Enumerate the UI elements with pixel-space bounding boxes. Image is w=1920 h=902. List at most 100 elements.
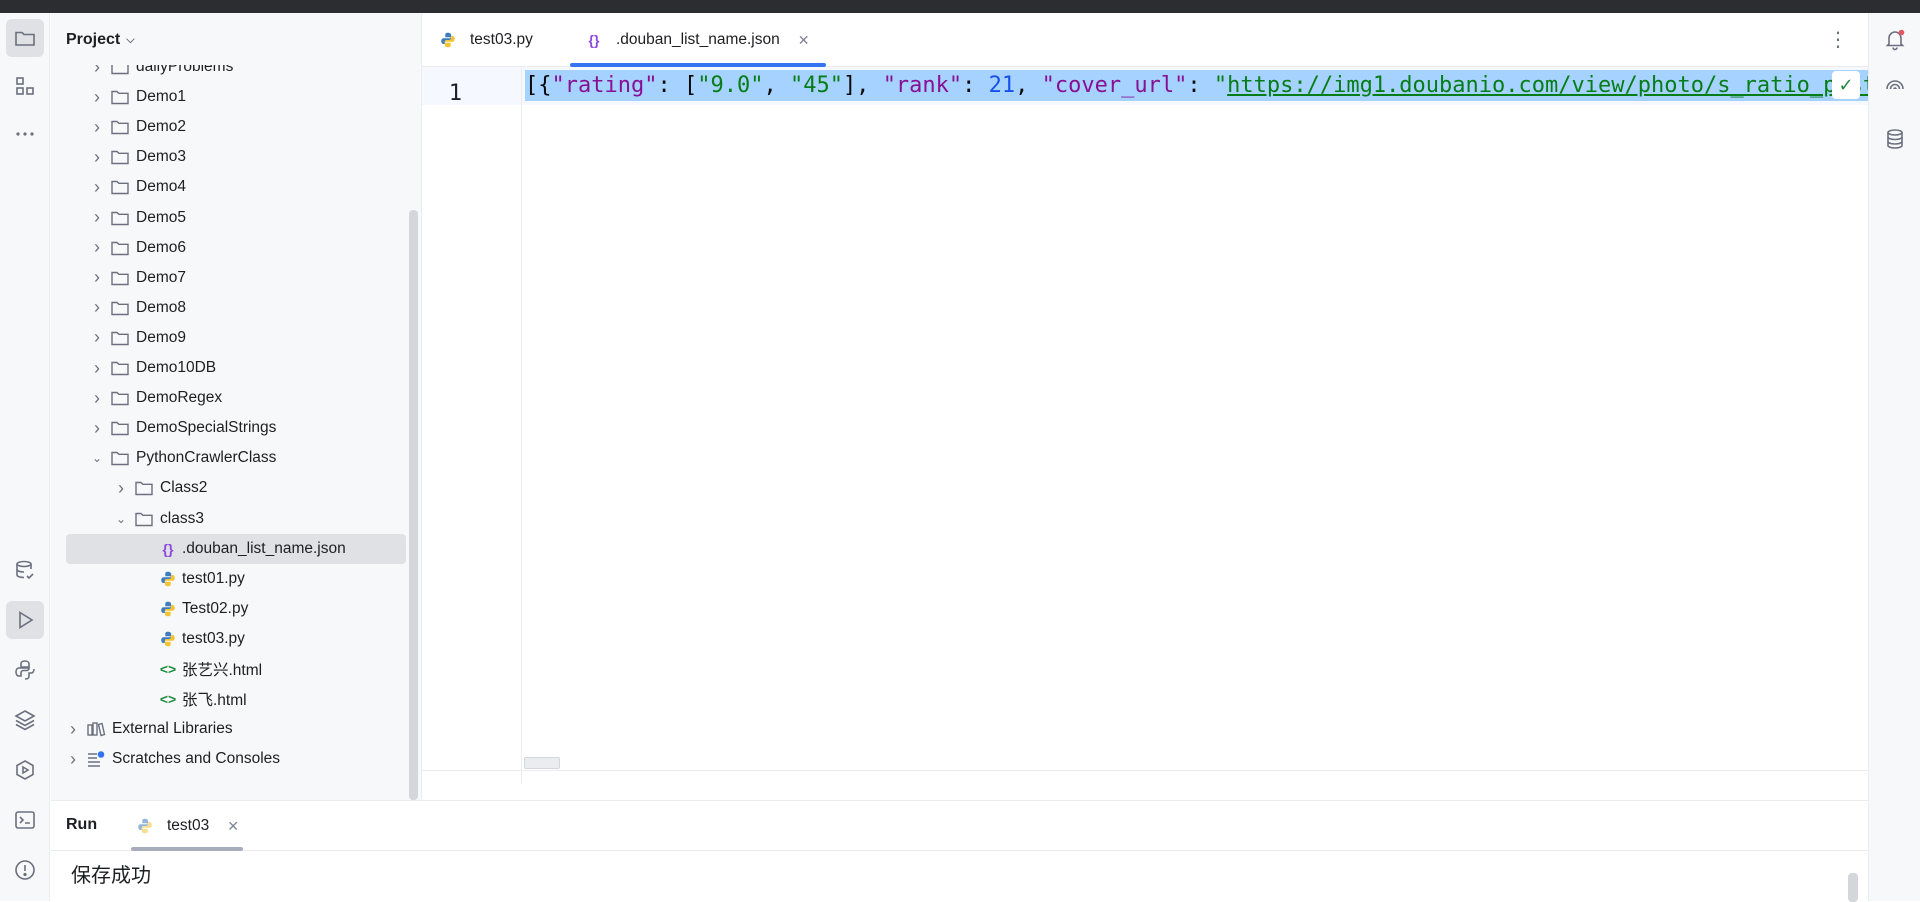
- more-tools-button[interactable]: [6, 115, 44, 153]
- tree-row[interactable]: › External Libraries: [51, 714, 406, 744]
- chevron-right-icon[interactable]: ›: [90, 117, 104, 138]
- tree-row[interactable]: Test02.py: [51, 594, 406, 624]
- tree-row[interactable]: › dailyProblems: [51, 65, 406, 82]
- chevron-right-icon[interactable]: ›: [90, 327, 104, 348]
- tree-row[interactable]: › Demo10DB: [51, 353, 406, 383]
- tree-row[interactable]: › Demo7: [51, 263, 406, 293]
- terminal-tool-button[interactable]: [6, 801, 44, 839]
- tab-test03-py[interactable]: test03.py: [438, 13, 558, 67]
- tree-row[interactable]: › Demo4: [51, 172, 406, 202]
- folder-icon: [110, 148, 130, 166]
- chevron-right-icon[interactable]: ›: [66, 749, 80, 770]
- tree-row[interactable]: test01.py: [51, 564, 406, 594]
- tree-row[interactable]: {} .douban_list_name.json: [66, 533, 406, 564]
- tree-row-label: Test02.py: [182, 599, 249, 617]
- code-token: : [: [657, 73, 698, 98]
- chevron-down-icon[interactable]: ⌄: [114, 512, 128, 526]
- chevron-right-icon[interactable]: ›: [90, 237, 104, 258]
- tree-row[interactable]: › Demo3: [51, 142, 406, 172]
- scratches-icon: [86, 750, 106, 768]
- folder-icon: [110, 449, 130, 467]
- tree-row[interactable]: › Demo8: [51, 293, 406, 323]
- run-panel: Run test03 ✕ 保存成功: [51, 800, 1868, 902]
- chevron-right-icon[interactable]: ›: [90, 147, 104, 168]
- tree-row[interactable]: › DemoSpecialStrings: [51, 413, 406, 443]
- tree-row-label: Demo7: [136, 268, 186, 286]
- tree-row[interactable]: › Demo1: [51, 82, 406, 112]
- tree-row[interactable]: <> 张艺兴.html: [51, 654, 406, 684]
- tree-row-label: Demo1: [136, 88, 186, 106]
- inspection-ok-icon[interactable]: ✓: [1832, 71, 1860, 99]
- chevron-right-icon[interactable]: ›: [90, 297, 104, 318]
- services-tool-button[interactable]: [6, 751, 44, 789]
- code-token: "9.0": [697, 73, 764, 98]
- python-packages-button[interactable]: [6, 701, 44, 739]
- bell-icon: [1885, 29, 1905, 51]
- chevron-right-icon[interactable]: ›: [114, 478, 128, 499]
- code-line-1[interactable]: [{"rating": ["9.0", "45"], "rank": 21, "…: [525, 67, 1868, 105]
- run-tab-test03[interactable]: test03 ✕: [131, 801, 243, 851]
- selection-highlight: [{"rating": ["9.0", "45"], "rank": 21, "…: [525, 70, 1868, 101]
- ai-assistant-button[interactable]: [1877, 71, 1913, 107]
- chevron-right-icon[interactable]: ›: [90, 418, 104, 439]
- tree-row[interactable]: ⌄ PythonCrawlerClass: [51, 443, 406, 473]
- title-bar: [0, 0, 1920, 13]
- html-file-icon: <>: [159, 691, 177, 708]
- chevron-right-icon[interactable]: ›: [66, 719, 80, 740]
- folder-icon: [110, 389, 130, 407]
- structure-tool-button[interactable]: [6, 67, 44, 105]
- right-tool-strip: [1868, 13, 1920, 901]
- database-button[interactable]: [1877, 121, 1913, 157]
- tree-row-label: External Libraries: [112, 720, 233, 738]
- tree-row-label: Scratches and Consoles: [112, 750, 281, 768]
- chevron-right-icon[interactable]: ›: [90, 358, 104, 379]
- project-tool-button[interactable]: [6, 19, 44, 57]
- python-console-button[interactable]: [6, 651, 44, 689]
- tree-row[interactable]: › Demo9: [51, 323, 406, 353]
- code-token: "rating": [551, 73, 658, 98]
- chevron-right-icon[interactable]: ›: [90, 65, 104, 78]
- project-panel: Project ⌵ › dailyProblems › Demo1 › Demo2 › Dem…: [51, 13, 422, 800]
- project-tree: › dailyProblems › Demo1 › Demo2 › Demo3 › Demo4 › D…: [51, 65, 406, 800]
- tree-row-label: Demo10DB: [136, 359, 217, 376]
- tree-row-label: Demo5: [136, 208, 186, 226]
- code-url-link[interactable]: https://img1.doubanio.com/view/photo/s_r…: [1227, 73, 1868, 98]
- chevron-right-icon[interactable]: ›: [90, 388, 104, 409]
- tree-row[interactable]: › Demo5: [51, 203, 406, 233]
- tree-row[interactable]: › Demo2: [51, 112, 406, 142]
- chevron-right-icon[interactable]: ›: [90, 87, 104, 108]
- tree-row-label: Demo6: [136, 238, 186, 256]
- project-scrollbar[interactable]: [409, 210, 418, 800]
- tree-row-label: dailyProblems: [136, 65, 234, 75]
- tree-row[interactable]: › Demo6: [51, 233, 406, 263]
- folder-icon: [134, 479, 154, 497]
- close-icon[interactable]: ✕: [798, 32, 810, 49]
- console-scrollbar[interactable]: [1848, 873, 1858, 902]
- tree-row[interactable]: test03.py: [51, 624, 406, 654]
- more-vertical-icon[interactable]: ⋮: [1828, 27, 1848, 52]
- tree-row[interactable]: › DemoRegex: [51, 383, 406, 413]
- chevron-right-icon[interactable]: ›: [90, 207, 104, 228]
- tree-row[interactable]: <> 张飞.html: [51, 684, 406, 714]
- run-tab-label: test03: [167, 817, 210, 834]
- terminal-icon: [15, 811, 35, 829]
- database-tool-button[interactable]: [6, 551, 44, 589]
- chevron-right-icon[interactable]: ›: [90, 177, 104, 198]
- folder-icon: [110, 88, 130, 106]
- run-tool-button[interactable]: [6, 601, 44, 639]
- tree-row[interactable]: › Scratches and Consoles: [51, 744, 406, 774]
- project-view-selector[interactable]: Project ⌵: [66, 27, 135, 53]
- tab-douban-list-name-json[interactable]: {} .douban_list_name.json ✕: [570, 13, 826, 67]
- horizontal-scrollbar[interactable]: [524, 757, 560, 769]
- close-icon[interactable]: ✕: [227, 818, 239, 835]
- chevron-down-icon: ⌵: [126, 33, 135, 46]
- chevron-right-icon[interactable]: ›: [90, 267, 104, 288]
- tree-row[interactable]: › Class2: [51, 473, 406, 503]
- tree-row-label: DemoSpecialStrings: [136, 419, 277, 437]
- chevron-down-icon[interactable]: ⌄: [90, 451, 104, 465]
- notifications-button[interactable]: [1877, 21, 1913, 57]
- services-icon: [16, 760, 34, 780]
- tree-row[interactable]: ⌄ class3: [51, 504, 406, 534]
- problems-tool-button[interactable]: [6, 851, 44, 889]
- code-token: ": [1213, 73, 1228, 98]
